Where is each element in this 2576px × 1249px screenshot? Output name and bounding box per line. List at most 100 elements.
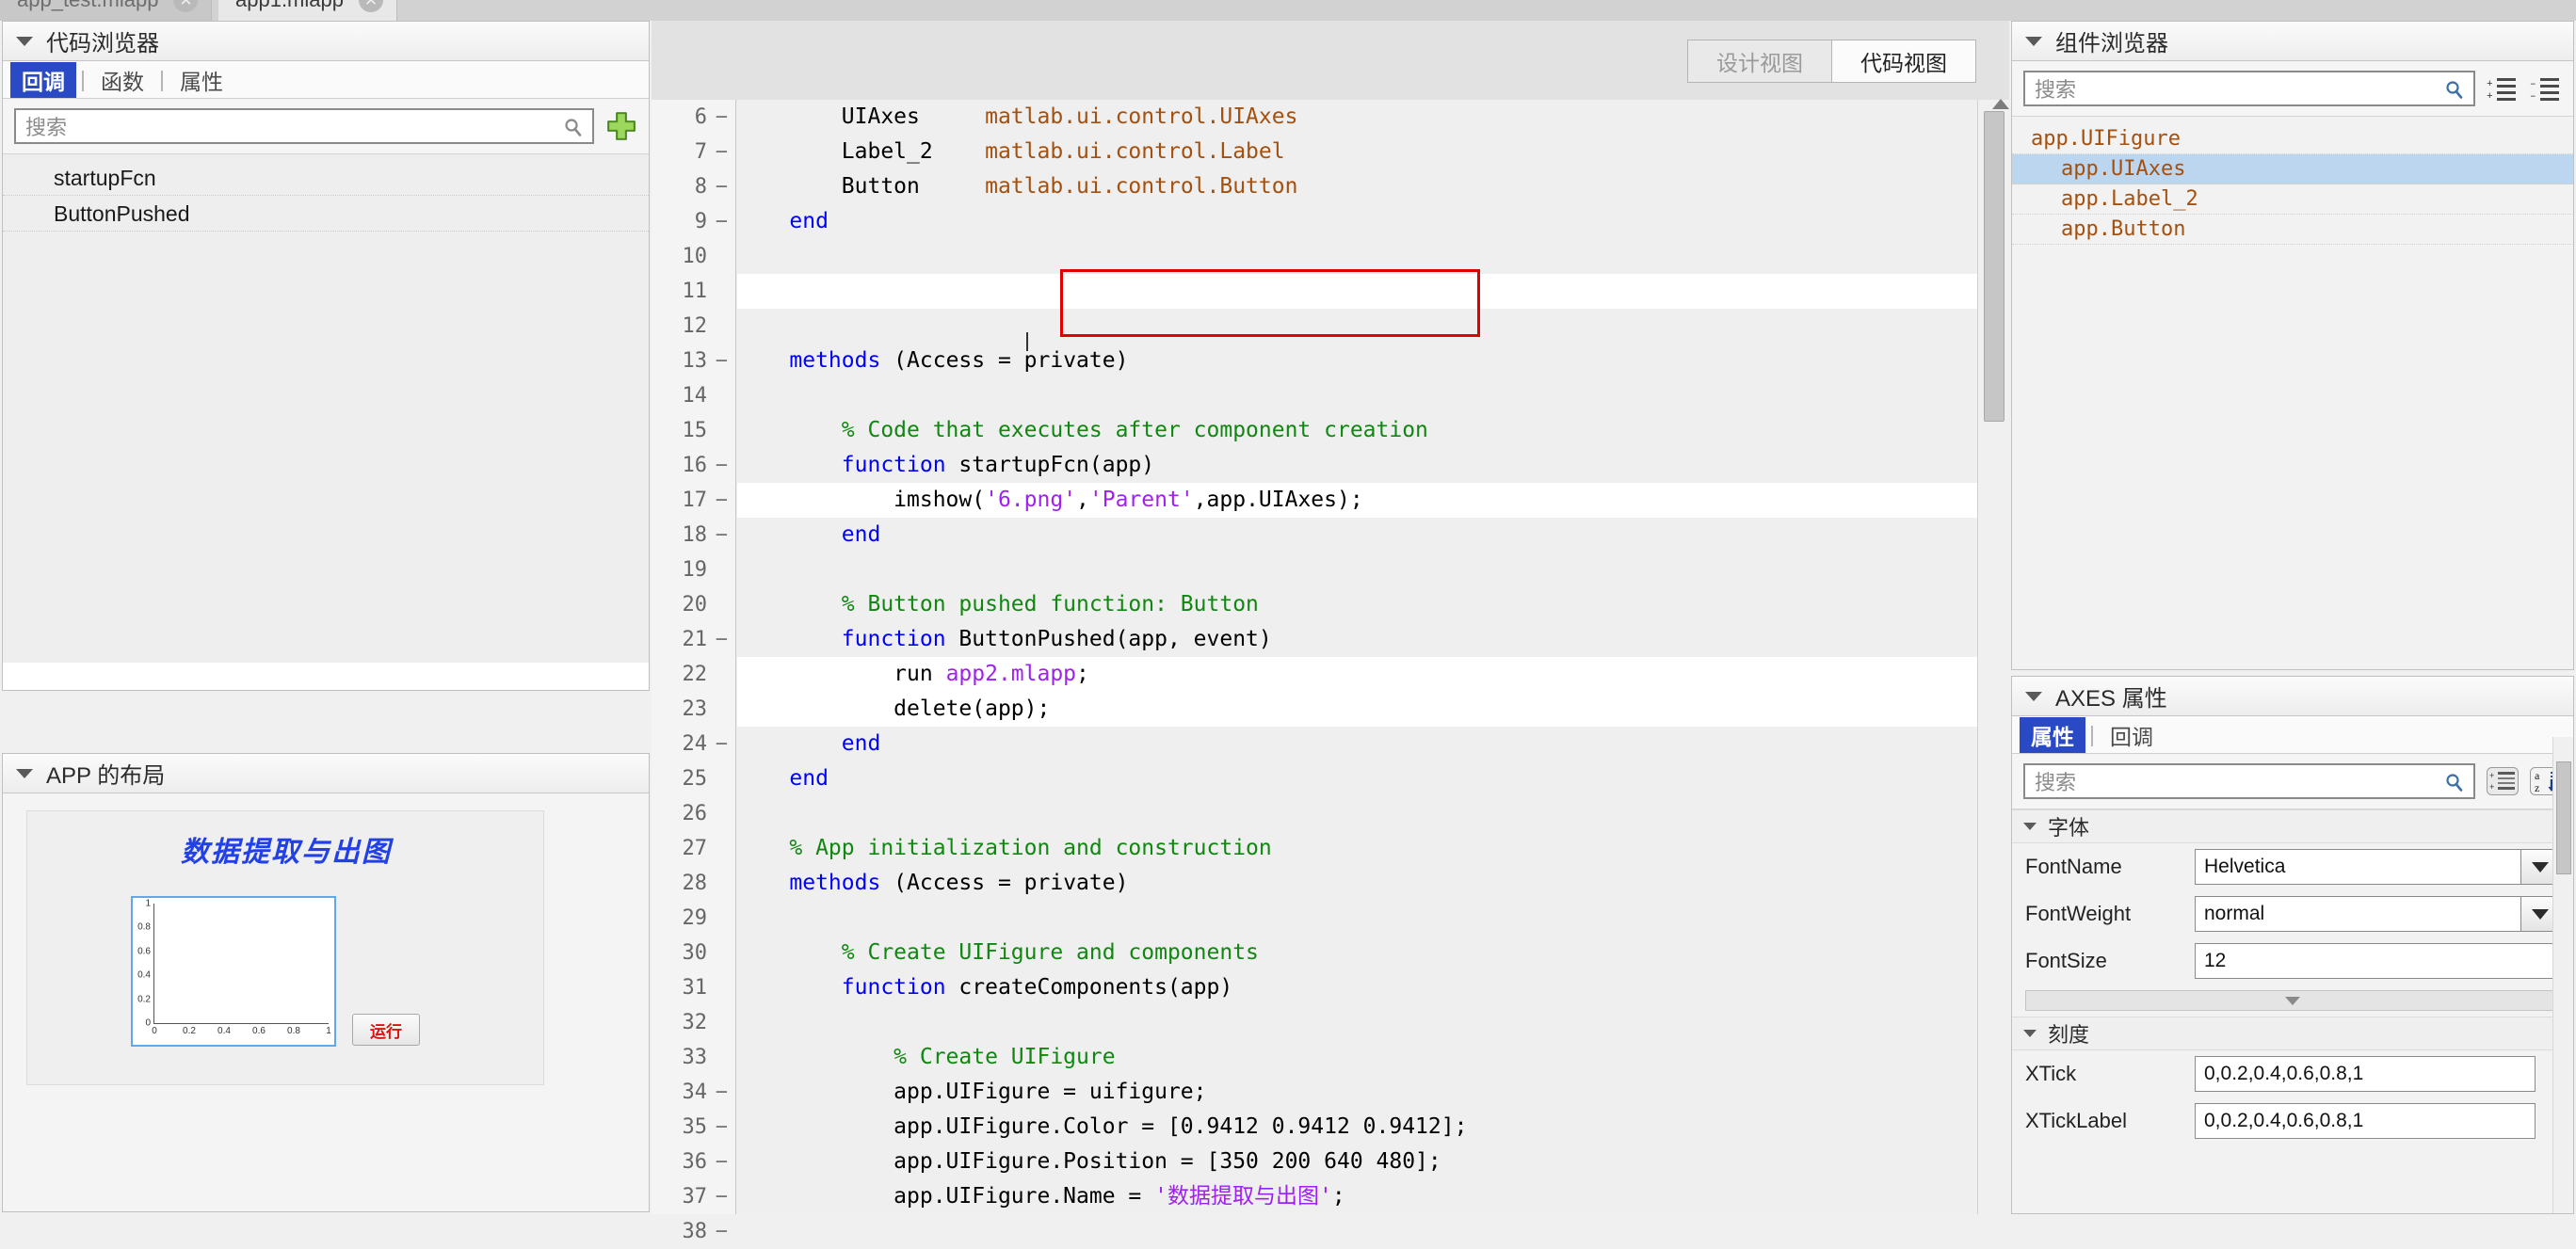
section-font[interactable]: 字体 [2012,809,2573,843]
section-ticks[interactable]: 刻度 [2012,1017,2573,1050]
axis-tick-label: 0 [152,1026,157,1036]
code-view-button[interactable]: 代码视图 [1832,40,1976,83]
properties-header[interactable]: AXES 属性 [2012,677,2573,716]
code-line[interactable]: end [737,727,1977,761]
chevron-down-icon[interactable] [2023,823,2037,830]
code-line[interactable]: delete(app); [737,692,1977,727]
search-icon [2443,772,2466,794]
app-preview-run-button[interactable]: 运行 [352,1014,420,1046]
tab-functions[interactable]: 函数 [89,62,155,98]
xticklabel-input[interactable]: 0,0.2,0.4,0.6,0.8,1 [2195,1103,2536,1139]
list-item[interactable]: startupFcn [3,160,649,196]
search-placeholder: 搜索 [2035,771,2077,794]
code-line[interactable] [737,274,1977,309]
tree-item-uifigure[interactable]: app.UIFigure [2012,124,2573,154]
code-line[interactable]: app.UIFigure.Position = [350 200 640 480… [737,1145,1977,1179]
chevron-up-icon[interactable] [1992,99,2009,109]
tree-item-label2[interactable]: app.Label_2 [2012,184,2573,215]
property-row-fontsize: FontSize 12 [2012,937,2573,985]
chevron-down-icon[interactable] [2025,691,2042,701]
xtick-input[interactable]: 0,0.2,0.4,0.6,0.8,1 [2195,1056,2536,1092]
code-line[interactable]: Button matlab.ui.control.Button [737,169,1977,204]
code-line[interactable]: % App initialization and construction [737,831,1977,866]
design-view-button[interactable]: 设计视图 [1687,40,1832,83]
code-line[interactable]: methods (Access = private) [737,866,1977,901]
app-preview-heading: 数据提取与出图 [181,836,392,869]
code-line[interactable] [737,901,1977,936]
chevron-down-icon[interactable] [16,768,33,778]
app-preview-canvas[interactable]: 数据提取与出图 1 0.8 0.6 0.4 0.2 0 0 0.2 0.4 0.… [26,810,544,1085]
axis-tick-label: 0.6 [137,946,151,957]
property-label: FontWeight [2025,902,2132,925]
code-line[interactable] [737,239,1977,274]
code-line[interactable]: UIAxes matlab.ui.control.UIAxes [737,100,1977,135]
chevron-down-icon[interactable] [16,36,33,46]
document-tab-app-test[interactable]: app_test.mlapp ✕ [0,0,213,21]
axis-tick-label: 0 [145,1017,151,1029]
code-line[interactable]: % Create UIFigure and components [737,936,1977,970]
code-line[interactable] [737,378,1977,413]
expand-tree-icon[interactable]: + + [2487,74,2519,103]
plus-icon[interactable] [605,110,637,142]
chevron-down-icon[interactable] [2025,36,2042,46]
tree-item-uiaxes[interactable]: app.UIAxes [2012,154,2573,184]
properties-tabs: 属性 | 回调 [2012,716,2573,754]
list-item[interactable]: ButtonPushed [3,196,649,232]
property-value[interactable]: Helvetica [2195,849,2520,885]
code-line[interactable]: imshow('6.png','Parent',app.UIAxes); [737,483,1977,518]
tree-item-button[interactable]: app.Button [2012,215,2573,245]
code-line[interactable]: app.UIFigure.Name = '数据提取与出图'; [737,1179,1977,1214]
close-icon[interactable]: ✕ [358,0,383,12]
code-browser-header[interactable]: 代码浏览器 [3,22,649,61]
group-list-icon[interactable]: + + [2487,767,2519,795]
code-line[interactable]: function ButtonPushed(app, event) [737,622,1977,657]
font-section-collapse-handle[interactable] [2025,990,2560,1011]
editor-vertical-scrollbar[interactable] [1977,99,2009,1214]
code-line[interactable]: end [737,518,1977,552]
editor-code-pane[interactable]: UIAxes matlab.ui.control.UIAxes Label_2 … [737,100,1977,1214]
tab-properties[interactable]: 属性 [169,62,234,98]
line-number: 12 [682,314,708,338]
fontsize-input[interactable]: 12 [2195,943,2560,979]
tab-callbacks[interactable]: 回调 [2099,717,2165,753]
code-line[interactable] [737,1005,1977,1040]
scrollbar-thumb[interactable] [2556,761,2571,874]
app-layout-header[interactable]: APP 的布局 [3,754,649,793]
code-line[interactable]: % Code that executes after component cre… [737,413,1977,448]
document-tab-app1[interactable]: app1.mlapp ✕ [218,0,397,21]
component-browser-header[interactable]: 组件浏览器 [2012,22,2573,61]
code-line[interactable]: Label_2 matlab.ui.control.Label [737,135,1977,169]
code-line[interactable]: function createComponents(app) [737,970,1977,1005]
close-icon[interactable]: ✕ [173,0,199,12]
code-line[interactable]: function startupFcn(app) [737,448,1977,483]
code-line[interactable]: methods (Access = private) [737,344,1977,378]
svg-text:a: a [2535,769,2540,782]
editor-toolbar: 设计视图 代码视图 [652,21,2009,100]
code-line[interactable]: end [737,761,1977,796]
fontweight-dropdown[interactable]: normal [2195,896,2560,932]
property-value[interactable]: normal [2195,896,2520,932]
scrollbar-thumb[interactable] [1984,99,2009,422]
code-line[interactable] [737,796,1977,831]
chevron-down-icon[interactable] [2023,1030,2037,1037]
tab-callbacks[interactable]: 回调 [10,61,76,98]
property-row-fontweight: FontWeight normal [2012,890,2573,937]
svg-text:+: + [2487,91,2493,103]
code-line[interactable]: % Button pushed function: Button [737,587,1977,622]
code-line[interactable]: % Create UIFigure [737,1040,1977,1075]
code-line[interactable] [737,552,1977,587]
tab-properties[interactable]: 属性 [2020,716,2085,753]
app-preview-axes[interactable]: 1 0.8 0.6 0.4 0.2 0 0 0.2 0.4 0.6 0.8 1 [131,896,336,1047]
code-line[interactable] [737,309,1977,344]
collapse-tree-icon[interactable]: – – [2530,74,2562,103]
properties-search-input[interactable]: 搜索 [2023,763,2475,799]
code-browser-search-input[interactable]: 搜索 [14,108,594,144]
code-line[interactable]: end [737,204,1977,239]
fontname-dropdown[interactable]: Helvetica [2195,849,2560,885]
line-number: 21− [652,622,735,657]
code-line[interactable]: app.UIFigure.Color = [0.9412 0.9412 0.94… [737,1110,1977,1145]
component-browser-search-input[interactable]: 搜索 [2023,71,2475,106]
properties-vertical-scrollbar[interactable] [2552,737,2573,1213]
code-line[interactable]: run app2.mlapp; [737,657,1977,692]
code-line[interactable]: app.UIFigure = uifigure; [737,1075,1977,1110]
